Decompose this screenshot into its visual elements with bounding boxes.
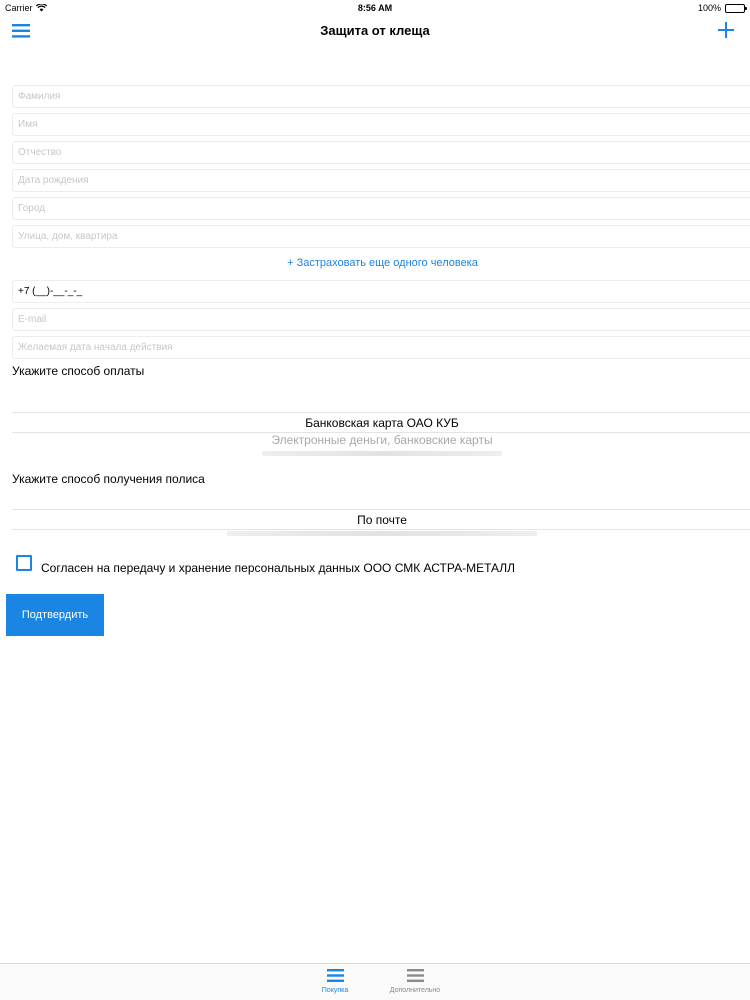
picker-selection-line [12, 509, 750, 510]
list-icon [326, 969, 344, 982]
picker-selection-line [12, 412, 750, 413]
name-input[interactable] [13, 114, 750, 135]
clock: 8:56 AM [357, 3, 393, 13]
confirm-button[interactable]: Подтвердить [6, 594, 104, 636]
city-field[interactable] [12, 197, 750, 220]
name-field[interactable] [12, 113, 750, 136]
add-another-person-link[interactable]: + Застраховать еще одного человека [0, 257, 750, 269]
battery-indicator: 100% [697, 3, 747, 13]
picker-selection-line [12, 529, 750, 530]
tab-additional[interactable]: Дополнительно [375, 969, 455, 994]
page-title: Защита от клеща [320, 23, 430, 38]
city-input[interactable] [13, 198, 750, 219]
delivery-option-selected[interactable]: По почте [12, 513, 750, 527]
tab-bar: Покупка Дополнительно [0, 963, 750, 1000]
surname-input[interactable] [13, 86, 750, 107]
payment-option-electronic[interactable]: Электронные деньги, банковские карты [12, 433, 750, 447]
delivery-option-faded[interactable] [227, 531, 537, 536]
payment-method-picker[interactable]: Банковская карта ОАО КУБ Электронные ден… [12, 400, 750, 460]
battery-icon [725, 3, 747, 13]
add-button[interactable] [718, 20, 738, 40]
patronymic-input[interactable] [13, 142, 750, 163]
phone-field[interactable] [12, 280, 750, 303]
payment-option-faded[interactable] [262, 451, 502, 456]
consent-checkbox[interactable] [16, 555, 32, 571]
tab-additional-label: Дополнительно [389, 987, 441, 994]
address-input[interactable] [13, 226, 750, 247]
payment-option-selected[interactable]: Банковская карта ОАО КУБ [12, 416, 750, 430]
phone-input[interactable] [13, 281, 750, 302]
navigation-bar: Защита от клеща [0, 16, 750, 46]
birthdate-input[interactable] [13, 170, 750, 191]
consent-row: Согласен на передачу и хранение персонал… [16, 555, 515, 575]
list-icon [406, 969, 424, 982]
delivery-method-picker[interactable]: По почте [12, 500, 750, 540]
tab-purchase[interactable]: Покупка [295, 969, 375, 994]
birthdate-field[interactable] [12, 169, 750, 192]
status-bar: Carrier 8:56 AM 100% [0, 0, 750, 16]
plus-icon [718, 22, 734, 38]
email-field[interactable] [12, 308, 750, 331]
address-field[interactable] [12, 225, 750, 248]
delivery-method-label: Укажите способ получения полиса [12, 472, 205, 486]
consent-label: Согласен на передачу и хранение персонал… [41, 561, 516, 575]
payment-method-label: Укажите способ оплаты [12, 364, 145, 378]
patronymic-field[interactable] [12, 141, 750, 164]
email-input[interactable] [13, 309, 750, 330]
tab-purchase-label: Покупка [321, 987, 349, 994]
battery-percent: 100% [697, 3, 721, 13]
start-date-input[interactable] [13, 337, 750, 358]
surname-field[interactable] [12, 85, 750, 108]
start-date-field[interactable] [12, 336, 750, 359]
